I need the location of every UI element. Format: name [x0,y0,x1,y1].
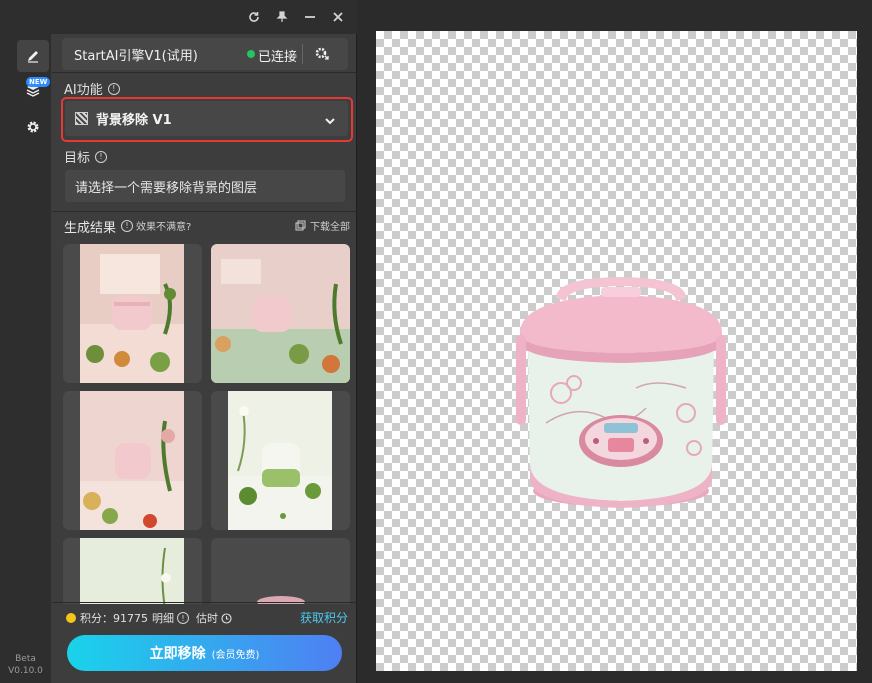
result-thumbnail[interactable] [63,391,202,530]
document-canvas[interactable] [376,31,857,671]
status-dot [247,50,255,58]
info-icon[interactable]: ! [95,150,108,163]
title-bar [0,0,357,34]
result-image [211,244,350,383]
result-thumbnail[interactable] [63,538,202,604]
pencil-icon [28,51,38,63]
sidebar: NEW Beta V0.10.0 [0,34,51,683]
info-icon: ! [177,612,189,624]
target-label-text: 目标 [64,151,91,166]
new-badge: NEW [26,77,51,87]
time-estimate-label: 估时 [196,612,218,625]
result-image [80,391,184,530]
minimize-icon [305,16,315,18]
pin-button[interactable] [271,6,293,28]
divider [52,211,357,212]
main-content: StartAI引擎V1(试用) 已连接 AI功能 ! 背景移除 V1 目标 ! [52,34,357,683]
credits-balance: 积分：91775 [80,612,148,625]
time-estimate[interactable]: 估时 [196,610,232,626]
result-thumbnail[interactable] [211,391,350,530]
ai-function-selected: 背景移除 V1 [96,113,172,128]
credits-row: 积分：91775 明细 ! 估时 获取积分 [66,610,348,626]
remove-now-label: 立即移除 [149,646,206,662]
close-button[interactable] [327,6,349,28]
sidebar-item-edit[interactable] [17,40,49,72]
results-grid [63,244,351,604]
divider [52,602,357,603]
sidebar-item-settings[interactable] [17,111,49,143]
minimize-button[interactable] [299,6,321,28]
chevron-down-icon [324,112,336,131]
ai-function-label-text: AI功能 [64,83,103,98]
result-image [80,244,184,383]
target-label: 目标 ! [64,147,108,166]
close-icon [333,12,343,22]
engine-bar[interactable]: StartAI引擎V1(试用) 已连接 [62,38,348,70]
clock-icon [221,612,232,624]
member-free-note: (会员免费) [211,649,260,661]
result-thumbnail[interactable] [63,244,202,383]
result-image [228,391,332,530]
refresh-icon [249,12,259,22]
ai-function-label: AI功能 ! [64,79,120,98]
engine-name: StartAI引擎V1(试用) [74,48,198,64]
target-layer-prompt: 请选择一个需要移除背景的图层 [75,180,258,196]
remove-now-button[interactable]: 立即移除 (会员免费) [67,635,342,671]
result-image [211,538,350,604]
download-icon [295,220,306,231]
background-remove-icon [75,112,88,125]
info-icon: ! [121,219,133,232]
connection-status: 已连接 [258,50,298,65]
rice-cooker-image [516,277,726,508]
gear-icon [27,121,39,133]
get-credits-link[interactable]: 获取积分 [300,609,348,626]
result-thumbnail[interactable] [211,538,350,604]
plugin-panel: NEW Beta V0.10.0 StartAI引擎V1(试用) 已连接 AI功… [0,0,357,683]
refresh-button[interactable] [243,6,265,28]
version-number: V0.10.0 [8,666,43,676]
credits-detail-link[interactable]: 明细 ! [152,610,189,626]
pin-icon [276,11,288,22]
divider [52,72,357,73]
results-title: 生成结果 [64,221,117,236]
credits-detail-label: 明细 [152,612,174,625]
feedback-link[interactable]: ! 效果不满意? [121,218,191,233]
feedback-text: 效果不满意? [136,222,192,233]
version-stage: Beta [15,654,36,664]
result-image [80,538,184,604]
download-all-button[interactable]: 下载全部 [295,218,350,233]
ai-function-select[interactable]: 背景移除 V1 [65,101,348,136]
coin-icon [66,613,76,623]
engine-settings-button[interactable] [314,45,330,65]
download-all-label: 下载全部 [310,222,350,233]
divider [302,44,303,64]
settings-switch-icon [315,47,329,60]
target-layer-field[interactable]: 请选择一个需要移除背景的图层 [65,170,345,202]
version-info: Beta V0.10.0 [0,653,51,677]
results-header: 生成结果 ! 效果不满意? 下载全部 [64,217,350,236]
result-thumbnail[interactable] [211,244,350,383]
info-icon[interactable]: ! [107,82,120,95]
